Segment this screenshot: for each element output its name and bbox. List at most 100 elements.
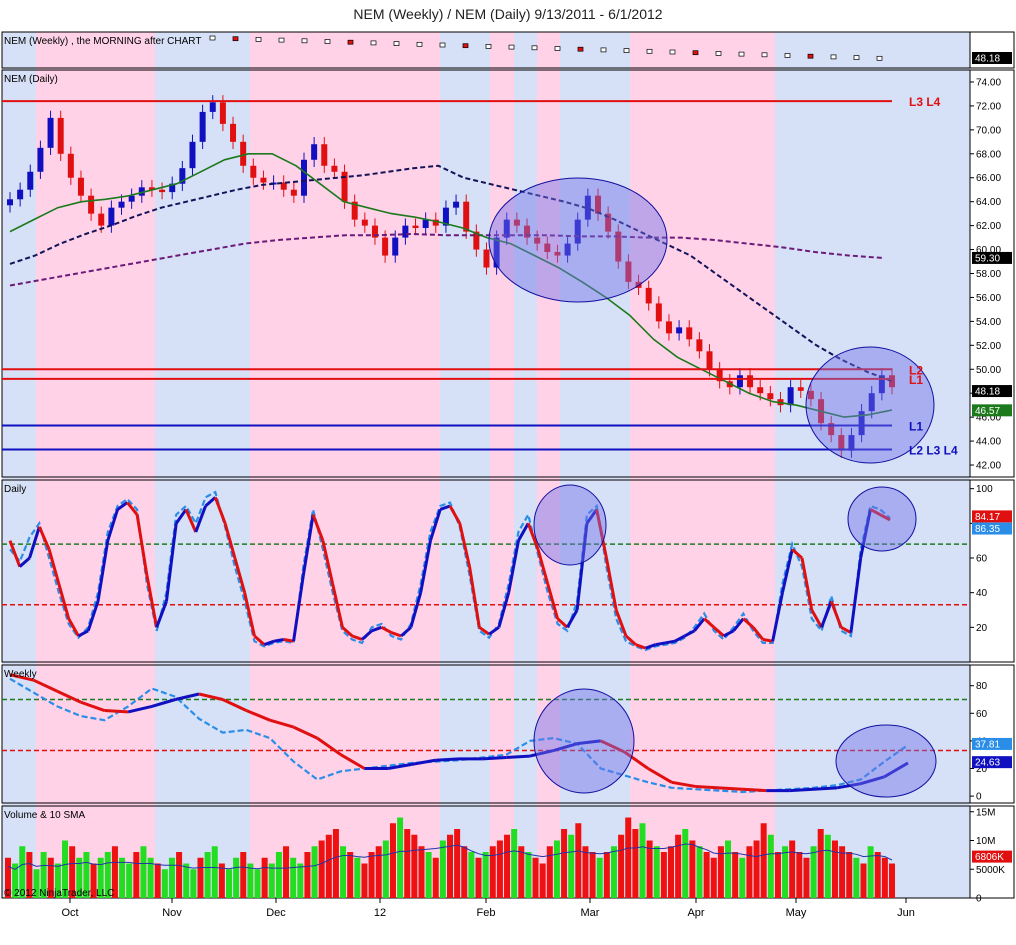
x-tick-label: Jun — [897, 907, 915, 919]
candle-body — [767, 393, 774, 400]
season-band — [155, 32, 250, 898]
highlight-ellipse — [533, 484, 607, 566]
y-tick-label: 66.00 — [976, 173, 1001, 184]
x-tick-label: Dec — [266, 907, 286, 919]
candle-body — [412, 225, 419, 229]
volume-bar — [839, 846, 846, 898]
volume-bar — [190, 869, 197, 898]
volume-bar — [318, 840, 325, 898]
volume-bar — [275, 852, 282, 898]
highlight-ellipse — [835, 724, 937, 798]
candle-body — [77, 177, 84, 196]
volume-bar — [881, 857, 888, 898]
volume-bar — [725, 840, 732, 898]
volume-bar — [496, 840, 503, 898]
x-tick-label: 12 — [374, 907, 386, 919]
volume-bar — [226, 869, 232, 898]
season-band — [36, 32, 155, 898]
volume-bar — [361, 863, 368, 898]
volume-bar — [183, 863, 190, 898]
weekly-bar — [876, 55, 883, 61]
volume-bar — [240, 852, 247, 898]
x-tick-label: Feb — [477, 907, 496, 919]
weekly-bar — [301, 38, 308, 44]
candle-body — [250, 165, 257, 178]
volume-bar — [682, 829, 689, 898]
candle-body — [665, 321, 672, 334]
volume-bar — [161, 869, 168, 898]
candle-body — [787, 387, 794, 406]
volume-bar — [753, 840, 760, 898]
candle-body — [47, 117, 54, 148]
y-tick-label: 68.00 — [976, 149, 1001, 160]
volume-bar — [140, 846, 147, 898]
daily-stoch-slow-seg — [655, 641, 666, 647]
weekly-bar — [830, 54, 837, 60]
y-tick-label: 54.00 — [976, 317, 1001, 328]
candle-body — [736, 375, 743, 388]
volume-bar — [133, 852, 140, 898]
weekly-bar — [324, 39, 331, 44]
weekly-bar — [669, 49, 676, 55]
volume-bar — [197, 857, 204, 898]
season-band — [514, 32, 537, 898]
value-tag-label: 24.63 — [975, 758, 1000, 769]
x-tick-label: Apr — [687, 907, 704, 919]
volume-bar — [347, 852, 354, 898]
volume-bar — [119, 857, 126, 898]
volume-bar — [389, 823, 396, 898]
volume-bar — [553, 840, 560, 898]
volume-bar — [824, 834, 831, 898]
candle-body — [128, 195, 135, 202]
volume-bar — [340, 846, 347, 898]
y-tick-label: 5000K — [976, 865, 1005, 876]
candle-body — [37, 147, 44, 172]
volume-bar — [803, 857, 810, 898]
candle-body — [98, 213, 105, 226]
daily-stoch-slow-seg — [273, 637, 285, 643]
volume-bar — [425, 852, 432, 898]
weekly-bar — [439, 42, 446, 48]
candle-body — [706, 351, 713, 370]
value-tag-label: 48.18 — [975, 387, 1000, 398]
candle-body — [189, 141, 196, 169]
x-tick-label: May — [786, 907, 807, 919]
volume-bar — [368, 852, 375, 898]
weekly-bar — [784, 53, 791, 58]
background-bands — [2, 32, 970, 898]
volume-bar — [675, 834, 682, 898]
weekly-bar — [623, 48, 630, 53]
weekly-bar — [278, 37, 285, 43]
candle-body — [321, 144, 328, 166]
y-tick-label: 56.00 — [976, 293, 1001, 304]
volume-bar — [782, 846, 789, 898]
candle-body — [57, 117, 64, 154]
volume-bar — [625, 817, 632, 898]
volume-bar — [525, 852, 532, 898]
volume-bar — [596, 857, 603, 898]
y-tick-label: 70.00 — [976, 125, 1001, 136]
weekly-stoch-slow-seg — [742, 787, 767, 793]
weekly-bar — [646, 48, 653, 54]
candle-body — [219, 102, 226, 124]
volume-bar — [283, 846, 290, 898]
weekly-bar — [531, 45, 538, 51]
volume-bar — [418, 846, 425, 898]
volume-bar — [439, 840, 446, 898]
volume-bar — [632, 829, 639, 898]
weekly-bar — [347, 39, 354, 45]
volume-bar — [176, 852, 183, 898]
candle-body — [27, 171, 34, 190]
volume-bar — [874, 852, 881, 898]
daily-stoch-slow-seg — [664, 639, 676, 645]
volume-bar — [532, 857, 539, 898]
volume-bar — [304, 852, 311, 898]
value-tag-label: 37.81 — [975, 739, 1000, 750]
volume-bar — [325, 834, 332, 898]
pane-title: Daily — [4, 484, 26, 495]
volume-bar — [332, 829, 339, 898]
volume-bar — [290, 857, 297, 898]
value-tag-label: 48.18 — [975, 54, 1000, 65]
weekly-bar — [715, 51, 722, 56]
volume-bar — [154, 863, 161, 898]
